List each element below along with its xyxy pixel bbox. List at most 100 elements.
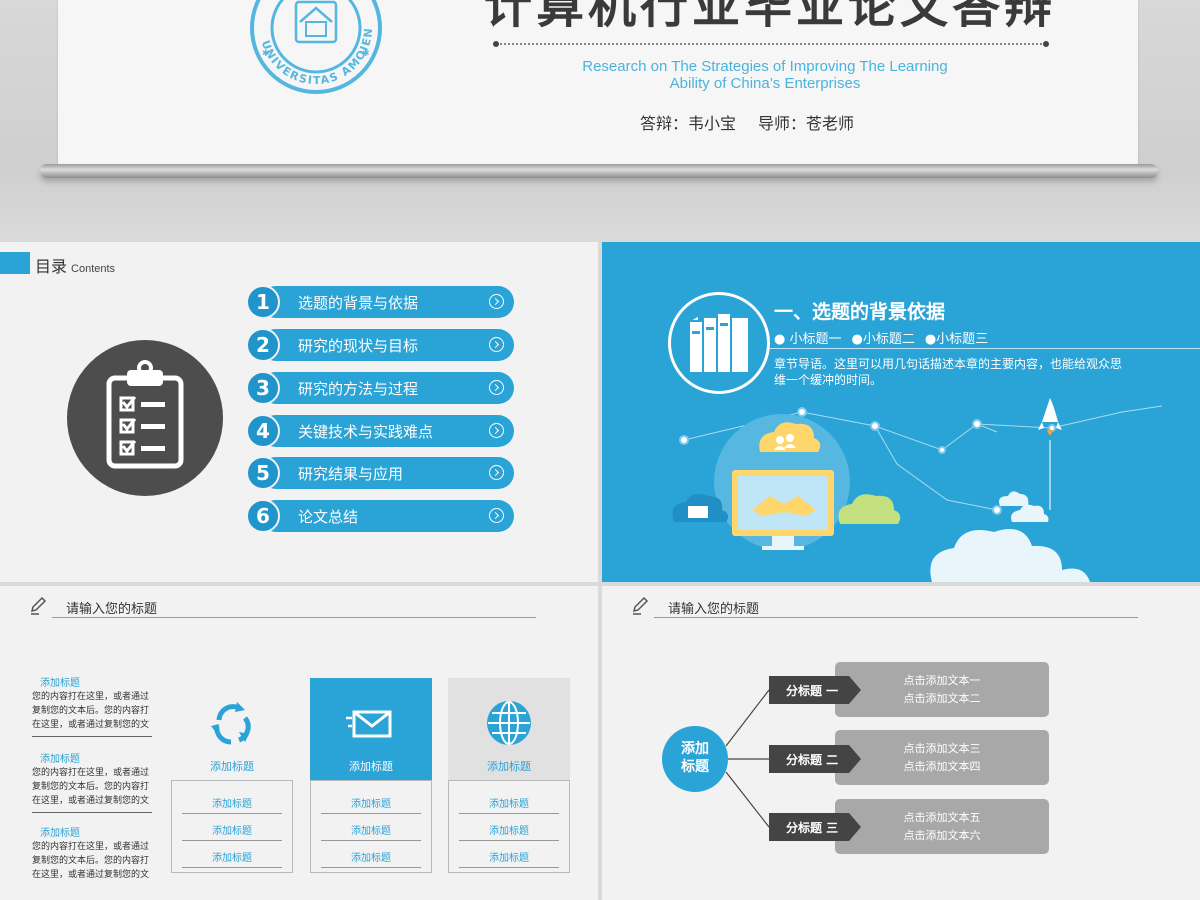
feature-column-body: 添加标题 添加标题 添加标题 (310, 780, 432, 873)
branch-text-box-3[interactable]: 点击添加文本五 点击添加文本六 (835, 799, 1049, 854)
arrow-right-circle-icon[interactable] (489, 294, 504, 309)
branch-text: 点击添加文本五 (903, 811, 981, 824)
section-title: 请输入您的标题 (66, 602, 158, 617)
tree-root-label-line1: 添加 (681, 741, 709, 757)
feature-row: 添加标题 (172, 849, 292, 876)
cover-slide[interactable]: UNIVERSITAS AMOIENSIS ✱ ✱ 计算机行业毕业论文答辩 Re… (0, 0, 1200, 240)
feature-column-2[interactable]: 添加标题 添加标题 添加标题 添加标题 (310, 678, 432, 873)
toc-item-label: 关键技术与实践难点 (298, 423, 434, 441)
note-item: 添加标题 您的内容打在这里，或者通过复制您的文本后。您的内容打在这里，或者通过复… (32, 750, 152, 813)
toc-item-number: 4 (246, 414, 280, 448)
books-icon (688, 312, 750, 375)
note-item: 添加标题 您的内容打在这里，或者通过复制您的文本后。您的内容打在这里，或者通过复… (32, 824, 152, 882)
arrow-right-circle-icon[interactable] (489, 337, 504, 352)
tree-root-label-line2: 标题 (681, 759, 709, 775)
toc-heading-en: Contents (71, 263, 116, 275)
toc-item-6[interactable]: 6 论文总结 (246, 499, 516, 533)
toc-slide[interactable]: 目录 Contents 1 选题的背景与依据 2 研究的现状与目标 3 研究的方… (0, 242, 598, 582)
feature-column-label: 添加标题 (487, 760, 531, 773)
toc-item-label: 论文总结 (298, 508, 359, 526)
note-divider (32, 812, 152, 813)
cover-subtitle-line1: Research on The Strategies of Improving … (582, 58, 948, 75)
rocket-icon (1038, 398, 1062, 510)
chapter-guide-text: 章节导语。这里可以用几句话描述本章的主要内容，也能给观众思维一个缓冲的时间。 (774, 357, 1123, 387)
svg-text:✱: ✱ (262, 49, 270, 59)
feature-column-body: 添加标题 添加标题 添加标题 (171, 780, 293, 873)
note-body: 您的内容打在这里，或者通过复制您的文本后。您的内容打在这里，或者通过复制您的文 (32, 842, 150, 880)
feature-column-label: 添加标题 (210, 760, 254, 773)
branch-tag-2[interactable]: 分标题 二 (769, 745, 861, 773)
toc-heading-cn: 目录 (35, 257, 68, 276)
branch-tag-3[interactable]: 分标题 三 (769, 813, 861, 841)
arrow-right-circle-icon[interactable] (489, 380, 504, 395)
note-title: 添加标题 (40, 754, 80, 765)
toc-item-1[interactable]: 1 选题的背景与依据 (246, 285, 516, 319)
globe-icon (487, 701, 531, 745)
section-title-underline (52, 617, 536, 618)
feature-row: 添加标题 (311, 849, 431, 876)
branch-tag-1[interactable]: 分标题 一 (769, 676, 861, 704)
feature-column-head: 添加标题 (310, 678, 432, 780)
tree-diagram-slide[interactable]: 请输入您的标题 点击添加文本一 点击添加文本二 点击添加文本三 点击添加文本四 … (602, 586, 1200, 900)
toc-item-label: 选题的背景与依据 (298, 294, 419, 312)
cover-names: 答辩：韦小宝 导师：苍老师 (640, 110, 854, 134)
arrow-right-circle-icon[interactable] (489, 465, 504, 480)
feature-column-label: 添加标题 (349, 760, 393, 773)
chapter-subtitle-3: ●小标题三 (924, 332, 989, 347)
toc-item-2[interactable]: 2 研究的现状与目标 (246, 328, 516, 362)
branch-text-box-1[interactable]: 点击添加文本一 点击添加文本二 (835, 662, 1049, 717)
branch-text: 点击添加文本二 (903, 692, 981, 705)
chapter-slide[interactable]: 一、选题的背景依据 ● 小标题一 ●小标题二 ●小标题三 章节导语。这里可以用几句话… (602, 242, 1200, 582)
branch-text: 点击添加文本一 (903, 674, 981, 687)
note-body: 您的内容打在这里，或者通过复制您的文本后。您的内容打在这里，或者通过复制您的文 (32, 768, 150, 806)
chapter-subtitles: ● 小标题一 ●小标题二 ●小标题三 (774, 328, 998, 347)
note-title: 添加标题 (40, 678, 80, 689)
branch-text-box-2[interactable]: 点击添加文本三 点击添加文本四 (835, 730, 1049, 785)
feature-column-3[interactable]: 添加标题 添加标题 添加标题 添加标题 (448, 678, 570, 873)
content-boxes-slide[interactable]: 请输入您的标题 添加标题 您的内容打在这里，或者通过复制您的文本后。您的内容打在… (0, 586, 598, 900)
note-item: 添加标题 您的内容打在这里，或者通过复制您的文本后。您的内容打在这里，或者通过复… (32, 674, 152, 737)
arrow-right-circle-icon[interactable] (489, 508, 504, 523)
toc-item-5[interactable]: 5 研究结果与应用 (246, 456, 516, 490)
branch-tag-arrow (849, 813, 861, 841)
feature-row: 添加标题 (172, 795, 292, 822)
note-body: 您的内容打在这里，或者通过复制您的文本后。您的内容打在这里，或者通过复制您的文 (32, 692, 150, 730)
branch-tag-arrow (849, 745, 861, 773)
feature-column-body: 添加标题 添加标题 添加标题 (448, 780, 570, 873)
toc-item-label: 研究的现状与目标 (298, 337, 419, 355)
cover-english-subtitle: Research on The Strategies of Improving … (520, 58, 1010, 92)
branch-tag-label: 分标题 二 (786, 753, 839, 767)
toc-item-number: 1 (246, 285, 280, 319)
clipboard-checklist-icon (106, 360, 184, 469)
toc-heading: 目录 Contents (35, 253, 115, 277)
chapter-subtitle-2: ●小标题二 (851, 332, 915, 347)
branch-tag-label: 分标题 一 (786, 684, 839, 698)
svg-text:✱: ✱ (362, 49, 370, 59)
toc-item-3[interactable]: 3 研究的方法与过程 (246, 371, 516, 405)
cover-subtitle-line2: Ability of China’s Enterprises (669, 75, 861, 92)
feature-row: 添加标题 (449, 795, 569, 822)
toc-item-label: 研究结果与应用 (298, 465, 404, 483)
defender-name: 答辩：韦小宝 (640, 114, 737, 133)
branch-text: 点击添加文本三 (903, 742, 981, 755)
recycle-icon (211, 702, 251, 745)
toc-item-number: 2 (246, 328, 280, 362)
books-icon-ring (668, 292, 770, 394)
feature-row: 添加标题 (172, 822, 292, 849)
chapter-divider (770, 348, 1200, 349)
envelope-icon (346, 710, 392, 738)
network-illustration (672, 398, 1163, 582)
feature-column-head: 添加标题 (171, 678, 293, 780)
feature-row: 添加标题 (449, 822, 569, 849)
toc-item-4[interactable]: 4 关键技术与实践难点 (246, 414, 516, 448)
chapter-title: 一、选题的背景依据 (774, 301, 946, 323)
toc-item-number: 3 (246, 371, 280, 405)
tree-root-node[interactable]: 添加 标题 (662, 726, 728, 792)
feature-column-1[interactable]: 添加标题 添加标题 添加标题 添加标题 (171, 678, 293, 873)
university-seal-logo: UNIVERSITAS AMOIENSIS ✱ ✱ (248, 0, 382, 94)
advisor-name: 导师：苍老师 (758, 114, 855, 133)
note-divider (32, 736, 152, 737)
chapter-subtitle-1: ● 小标题一 (774, 332, 842, 347)
arrow-right-circle-icon[interactable] (489, 423, 504, 438)
branch-tag-label: 分标题 三 (786, 821, 839, 835)
